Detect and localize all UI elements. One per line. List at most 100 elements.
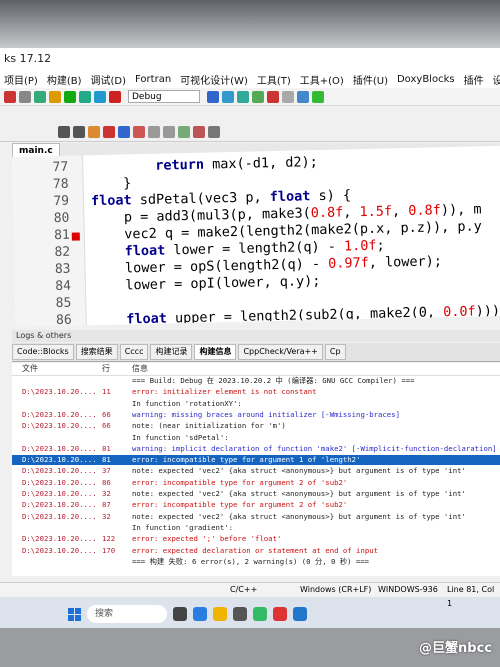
menu-item[interactable]: Fortran <box>135 74 171 85</box>
menu-item[interactable]: 插件(U) <box>353 72 388 87</box>
log-row[interactable]: D:\2023.10.20.... 32 note: expected 'vec2'… <box>12 489 500 499</box>
stop-icon[interactable] <box>4 90 16 103</box>
taskbar-search[interactable]: 搜索 <box>87 605 167 623</box>
rebuild-icon[interactable] <box>94 90 106 103</box>
step-into-icon[interactable] <box>237 90 249 103</box>
code-line[interactable]: } <box>90 175 132 193</box>
menu-item[interactable]: 工具(T) <box>257 72 291 87</box>
log-row[interactable]: D:\2023.10.20.... 81 warning: implicit dec… <box>12 444 500 454</box>
log-line: 32 <box>102 489 111 498</box>
comment-icon[interactable] <box>148 125 160 138</box>
copy-icon[interactable] <box>208 125 220 138</box>
log-tab[interactable]: Code::Blocks <box>12 344 74 360</box>
app-icon[interactable] <box>273 607 287 621</box>
log-tab[interactable]: 搜索结果 <box>75 344 118 360</box>
status-bar: C/C++ Windows (CR+LF) WINDOWS-936 Line 8… <box>0 582 500 608</box>
line-number: 83 <box>54 261 71 278</box>
stop-debug-icon[interactable] <box>267 90 279 103</box>
menu-item[interactable]: 项目(P) <box>4 72 38 87</box>
format-icon[interactable] <box>178 125 190 138</box>
code-line[interactable]: float upper = length2(sub2(q, make2(0, 0… <box>94 303 500 327</box>
log-file: D:\2023.10.20.... <box>22 500 97 510</box>
log-tab[interactable]: 构建信息 <box>194 344 237 360</box>
log-row[interactable]: D:\2023.10.20.... 122 error: expected ';' … <box>12 534 500 544</box>
menu-item[interactable]: 设置(S) <box>493 72 500 87</box>
open-icon[interactable] <box>19 90 31 103</box>
status-cursor-position: Line 81, Col 1 <box>447 585 495 608</box>
settings-icon[interactable] <box>49 90 61 103</box>
error-marker-icon[interactable] <box>71 232 80 241</box>
step-icon[interactable] <box>222 90 234 103</box>
edit-toolbar <box>0 122 500 142</box>
log-message: === Build: Debug 在 2023.10.20.2 中 (编译器: … <box>132 376 415 385</box>
uncomment-icon[interactable] <box>163 125 175 138</box>
mark-icon[interactable] <box>133 125 145 138</box>
message-column-header[interactable]: 信息 <box>132 363 148 374</box>
bookmark-prev-icon[interactable] <box>103 125 115 138</box>
code-line[interactable]: return max(-d1, d2); <box>90 154 318 176</box>
symbol-icon[interactable] <box>193 125 205 138</box>
codeblocks-icon[interactable] <box>293 607 307 621</box>
build-run-icon[interactable] <box>79 90 91 103</box>
logs-tabstrip: Code::Blocks 搜索结果 Cccc 构建记录 构建信息 CppCheck/Ver… <box>12 343 500 362</box>
line-number: 82 <box>54 244 71 261</box>
search-icon[interactable] <box>34 90 46 103</box>
log-line: 81 <box>102 443 111 453</box>
task-view-icon[interactable] <box>173 607 187 621</box>
log-row[interactable]: In function 'sdPetal': <box>12 433 500 443</box>
abort-icon[interactable] <box>109 90 121 103</box>
bookmark-icon[interactable] <box>88 125 100 138</box>
log-row[interactable]: D:\2023.10.20.... 11 error: initializer el… <box>12 387 500 397</box>
menu-item[interactable]: 工具+(O) <box>300 72 344 87</box>
line-number: 77 <box>52 159 69 176</box>
menu-item[interactable]: 可视化设计(W) <box>180 72 248 87</box>
log-tab[interactable]: 构建记录 <box>150 344 193 360</box>
forward-icon[interactable] <box>73 125 85 138</box>
log-row[interactable]: In function 'rotationXY': <box>12 399 500 409</box>
log-row[interactable]: D:\2023.10.20.... 87 error: incompatible t… <box>12 500 500 510</box>
log-row[interactable]: D:\2023.10.20.... 37 note: expected 'vec2'… <box>12 466 500 476</box>
menu-item[interactable]: 插件 <box>464 72 484 87</box>
info-icon[interactable] <box>297 90 309 103</box>
log-message: note: expected 'vec2' {aka struct <anony… <box>132 511 466 521</box>
step-out-icon[interactable] <box>252 90 264 103</box>
log-file: D:\2023.10.20.... <box>22 455 97 465</box>
log-row[interactable]: === Build: Debug 在 2023.10.20.2 中 (编译器: … <box>12 376 500 386</box>
window-titlebar: ks 17.12 <box>0 48 500 70</box>
back-icon[interactable] <box>58 125 70 138</box>
log-message: warning: missing braces around initializ… <box>132 409 400 419</box>
log-row[interactable]: In function 'gradient': <box>12 523 500 533</box>
log-tab[interactable]: Cccc <box>119 344 149 360</box>
log-message: error: incompatible type for argument 2 … <box>132 477 348 487</box>
log-row[interactable]: D:\2023.10.20.... 66 warning: missing brac… <box>12 410 500 420</box>
explorer-icon[interactable] <box>213 607 227 621</box>
log-row[interactable]: D:\2023.10.20.... 86 error: incompatible t… <box>12 478 500 488</box>
log-message: error: incompatible type for argument 1 … <box>132 455 361 465</box>
build-target-select[interactable]: Debug <box>128 90 200 103</box>
run-icon[interactable] <box>64 90 76 103</box>
log-row[interactable]: D:\2023.10.20.... 170 error: expected decl… <box>12 546 500 556</box>
log-line: 122 <box>102 534 116 544</box>
window-icon[interactable] <box>282 90 294 103</box>
store-icon[interactable] <box>233 607 247 621</box>
start-icon[interactable] <box>68 607 81 621</box>
line-column-header[interactable]: 行 <box>102 363 110 374</box>
log-tab[interactable]: Cp <box>324 344 346 360</box>
log-row[interactable]: D:\2023.10.20.... 81 error: incompatible t… <box>12 455 500 466</box>
log-row[interactable]: === 构建 失败: 6 error(s), 2 warning(s) (0 分… <box>12 557 500 567</box>
check-icon[interactable] <box>312 90 324 103</box>
log-row[interactable]: D:\2023.10.20.... 32 note: expected 'vec2'… <box>12 512 500 522</box>
code-editor[interactable]: 77 return max(-d1, d2); 78 } 79 float sdPet… <box>12 145 500 327</box>
wechat-icon[interactable] <box>253 607 267 621</box>
status-encoding: WINDOWS-936 <box>378 585 438 594</box>
log-row[interactable]: D:\2023.10.20.... 66 note: (near initializ… <box>12 421 500 431</box>
menu-item[interactable]: 调试(D) <box>91 72 127 87</box>
menu-item[interactable]: DoxyBlocks <box>397 74 455 85</box>
edge-icon[interactable] <box>193 607 207 621</box>
debug-icon[interactable] <box>207 90 219 103</box>
jump-icon[interactable] <box>118 125 130 138</box>
log-tab[interactable]: CppCheck/Vera++ <box>238 344 323 360</box>
log-file: D:\2023.10.20.... <box>22 477 97 487</box>
menu-item[interactable]: 构建(B) <box>47 72 82 87</box>
file-column-header[interactable]: 文件 <box>22 363 38 374</box>
